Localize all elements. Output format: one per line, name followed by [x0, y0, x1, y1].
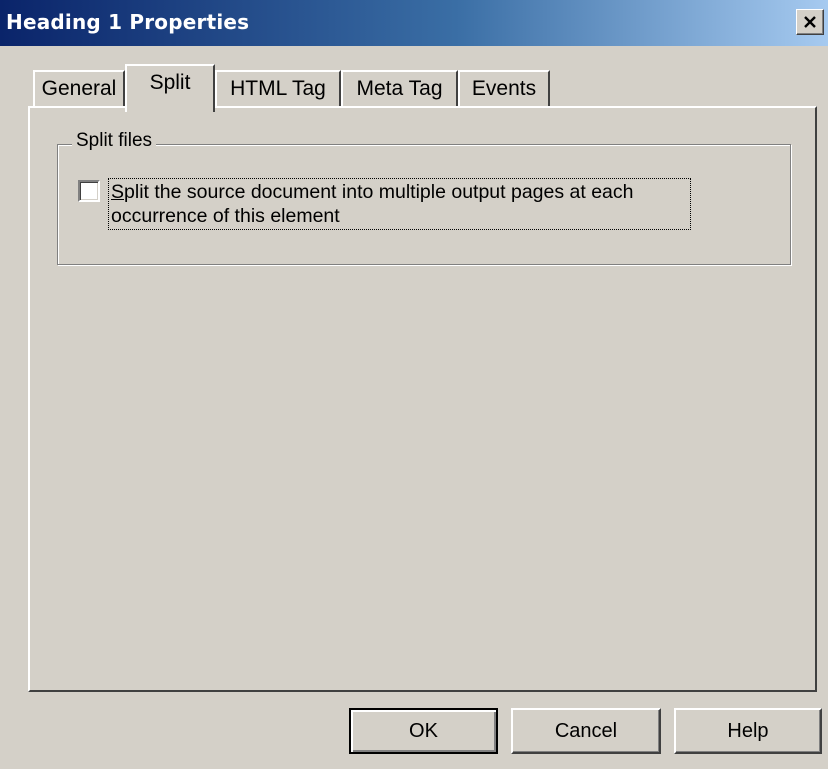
tab-label: Events [471, 77, 537, 100]
window-title: Heading 1 Properties [6, 10, 250, 34]
tab-label: Meta Tag [356, 77, 443, 100]
close-button[interactable] [796, 9, 824, 35]
cancel-button[interactable]: Cancel [511, 708, 661, 754]
close-x-icon [804, 16, 816, 28]
split-files-group-label: Split files [72, 130, 157, 152]
split-document-checkbox-label[interactable]: Split the source document into multiple … [108, 178, 691, 230]
tab-split[interactable]: Split [125, 64, 215, 112]
checkbox-label-text: plit the source document into multiple o… [111, 181, 634, 227]
split-document-checkbox[interactable] [78, 180, 100, 202]
tab-general[interactable]: General [33, 70, 125, 108]
tab-label: General [41, 77, 117, 100]
tab-html-tag[interactable]: HTML Tag [215, 70, 341, 108]
tab-label: HTML Tag [230, 77, 326, 100]
title-bar[interactable]: Heading 1 Properties [0, 0, 828, 46]
tab-label: Split [149, 71, 191, 94]
tab-meta-tag[interactable]: Meta Tag [341, 70, 458, 108]
ok-button[interactable]: OK [349, 708, 498, 754]
tab-events[interactable]: Events [458, 70, 550, 108]
properties-dialog: Heading 1 Properties General Split HTML … [0, 0, 828, 769]
mnemonic-letter: S [111, 181, 125, 203]
help-button[interactable]: Help [674, 708, 822, 754]
